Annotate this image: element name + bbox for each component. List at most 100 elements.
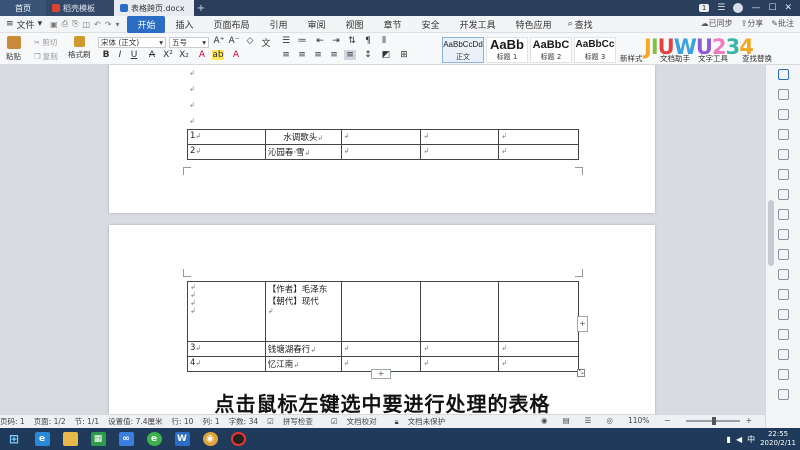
italic-icon[interactable]: I xyxy=(114,50,126,60)
taskbar-360[interactable]: e xyxy=(140,428,168,450)
taskbar-explorer[interactable] xyxy=(56,428,84,450)
page-view-icon[interactable]: ▤ xyxy=(563,416,570,425)
menu-item-review[interactable]: 审阅 xyxy=(298,18,336,31)
menu-item-features[interactable]: 特色应用 xyxy=(506,18,562,31)
font-name-select[interactable]: 宋体 (正文) ▾ xyxy=(98,37,166,48)
indent-icon[interactable]: ⇥ xyxy=(330,36,342,46)
add-row-button[interactable]: + xyxy=(371,369,391,379)
bullets-icon[interactable]: ☰ xyxy=(280,36,292,46)
redo-icon[interactable]: ↷ xyxy=(103,20,114,29)
chevron-down-icon[interactable]: ▾ xyxy=(113,20,121,29)
align-right-icon[interactable]: ≡ xyxy=(312,50,324,60)
text-direction-icon[interactable]: ⫴ xyxy=(378,36,390,46)
menu-item-layout[interactable]: 页面布局 xyxy=(203,18,259,31)
show-marks-icon[interactable]: ¶ xyxy=(362,36,374,46)
undo-icon[interactable]: ↶ xyxy=(92,20,103,29)
table-row[interactable]: 3↲ 钱塘湖春行↲ ↲ ↲ ↲ xyxy=(187,341,579,357)
protect-button[interactable]: 🔒︎ 文档未保护 xyxy=(395,416,455,427)
align-left-icon[interactable]: ≡ xyxy=(280,50,292,60)
poem-table-part-2[interactable]: ↲ ↲ ↲ ↲ 【作者】毛泽东 【朝代】现代 ↲ 3↲ 钱塘湖春行↲ ↲ ↲ ↲ 4↲ xyxy=(187,281,579,372)
zoom-in-icon[interactable]: + xyxy=(746,416,752,425)
style-heading-1[interactable]: AaBb 标题 1 xyxy=(486,37,528,63)
save-icon[interactable]: ▣ xyxy=(48,20,60,29)
vertical-scrollbar[interactable] xyxy=(768,200,774,266)
bold-icon[interactable]: B xyxy=(100,50,112,60)
page-1[interactable]: ↲ ↲ ↲ ↲ 1↲ 水调歌头↲ ↲ ↲ ↲ 2↲ 沁园春·雪↲ ↲ ↲ ↲ xyxy=(109,65,655,213)
preview-icon[interactable]: ◫ xyxy=(80,20,92,29)
tab-templates[interactable]: 稻壳模板 xyxy=(46,0,114,16)
ime-indicator[interactable]: 中 xyxy=(747,434,755,445)
clear-format-icon[interactable]: ◇ xyxy=(244,36,256,46)
shrink-font-icon[interactable]: A⁻ xyxy=(228,36,240,46)
copy-button[interactable]: ❐ 复制 xyxy=(34,51,58,62)
minimize-icon[interactable]: — xyxy=(751,3,760,13)
cut-button[interactable]: ✂ 剪切 xyxy=(34,37,57,48)
superscript-icon[interactable]: X² xyxy=(162,50,174,60)
zoom-slider[interactable] xyxy=(685,416,740,425)
location-icon[interactable] xyxy=(778,69,789,80)
translate-icon[interactable] xyxy=(778,229,789,240)
chart-icon[interactable] xyxy=(778,249,789,260)
tab-document[interactable]: 表格跨页.docx xyxy=(114,0,194,16)
table-cell[interactable]: 【作者】毛泽东 【朝代】现代 ↲ xyxy=(264,281,342,342)
spell-check-button[interactable]: ☑ 拼写检查 xyxy=(267,416,322,427)
volume-icon[interactable]: ◀ xyxy=(736,435,742,444)
underline-icon[interactable]: U xyxy=(128,50,140,60)
document-area[interactable]: ↲ ↲ ↲ ↲ 1↲ 水调歌头↲ ↲ ↲ ↲ 2↲ 沁园春·雪↲ ↲ ↲ ↲ ↲… xyxy=(0,65,765,428)
style-heading-2[interactable]: AaBbC 标题 2 xyxy=(530,37,572,63)
print-icon[interactable]: ⎘ xyxy=(70,19,80,29)
network-icon[interactable]: ▮ xyxy=(727,435,731,444)
zoom-slider-knob[interactable] xyxy=(711,416,716,425)
table-cell[interactable]: ↲ ↲ ↲ ↲ xyxy=(187,281,266,342)
text-effect-icon[interactable]: A xyxy=(230,50,242,60)
status-words[interactable]: 字数: 34 xyxy=(229,416,258,427)
pen-icon[interactable] xyxy=(778,289,789,300)
properties-icon[interactable] xyxy=(778,149,789,160)
taskbar-ie[interactable]: e xyxy=(28,428,56,450)
select-icon[interactable] xyxy=(778,89,789,100)
eye-icon[interactable]: ◉ xyxy=(541,416,548,425)
distributed-icon[interactable]: ≡ xyxy=(344,50,356,60)
line-spacing-icon[interactable]: ↕ xyxy=(362,50,374,60)
taskbar-chrome[interactable]: ◉ xyxy=(196,428,224,450)
menu-item-view[interactable]: 视图 xyxy=(336,18,374,31)
zoom-value[interactable]: 110% xyxy=(628,416,649,425)
menu-item-references[interactable]: 引用 xyxy=(260,18,298,31)
add-column-button[interactable]: + xyxy=(577,316,588,332)
style-normal[interactable]: AaBbCcDd 正文 xyxy=(442,37,484,63)
settings-icon[interactable] xyxy=(778,329,789,340)
phonetic-icon[interactable]: 文 xyxy=(260,36,272,49)
poem-table-part-1[interactable]: 1↲ 水调歌头↲ ↲ ↲ ↲ 2↲ 沁园春·雪↲ ↲ ↲ ↲ xyxy=(187,129,579,160)
strikethrough-icon[interactable]: A xyxy=(146,50,158,60)
table-cell[interactable]: 钱塘湖春行↲ xyxy=(264,341,342,357)
feedback-icon[interactable] xyxy=(778,389,789,400)
menu-item-developer[interactable]: 开发工具 xyxy=(450,18,506,31)
taskbar-store[interactable]: ▦ xyxy=(84,428,112,450)
proofread-button[interactable]: ☑ 文档校对 xyxy=(331,416,386,427)
more-icon[interactable] xyxy=(778,369,789,380)
style-heading-3[interactable]: AaBbCc 标题 3 xyxy=(574,37,616,63)
comment-button[interactable]: ✎批注 xyxy=(771,18,794,29)
table-cell[interactable]: ↲ xyxy=(498,356,579,372)
maximize-icon[interactable]: ☐ xyxy=(768,3,776,13)
justify-icon[interactable]: ≡ xyxy=(328,50,340,60)
table-row[interactable]: 2↲ 沁园春·雪↲ ↲ ↲ ↲ xyxy=(187,144,579,160)
table-cell[interactable]: 4↲ xyxy=(187,356,266,372)
web-view-icon[interactable]: ◎ xyxy=(606,416,613,425)
taskbar-baidu[interactable]: ∞ xyxy=(112,428,140,450)
table-cell[interactable]: 3↲ xyxy=(187,341,266,357)
navigation-icon[interactable] xyxy=(778,169,789,180)
share-doc-icon[interactable] xyxy=(778,269,789,280)
table-row[interactable]: ↲ ↲ ↲ ↲ 【作者】毛泽东 【朝代】现代 ↲ xyxy=(187,281,579,342)
help-icon[interactable] xyxy=(778,309,789,320)
table-cell[interactable]: ↲ xyxy=(420,356,500,372)
table-cell[interactable]: 1↲ xyxy=(187,129,266,145)
format-painter-button[interactable]: 格式刷 xyxy=(68,36,91,60)
table-cell[interactable]: ↲ xyxy=(420,129,500,145)
menu-item-security[interactable]: 安全 xyxy=(412,18,450,31)
border-icon[interactable]: ⊞ xyxy=(398,50,410,60)
subscript-icon[interactable]: X₂ xyxy=(178,50,190,60)
menu-search[interactable]: ⌕ 查找 xyxy=(562,18,599,31)
tab-home[interactable]: 首页 xyxy=(0,0,46,16)
table-cell[interactable]: ↲ xyxy=(498,144,579,160)
